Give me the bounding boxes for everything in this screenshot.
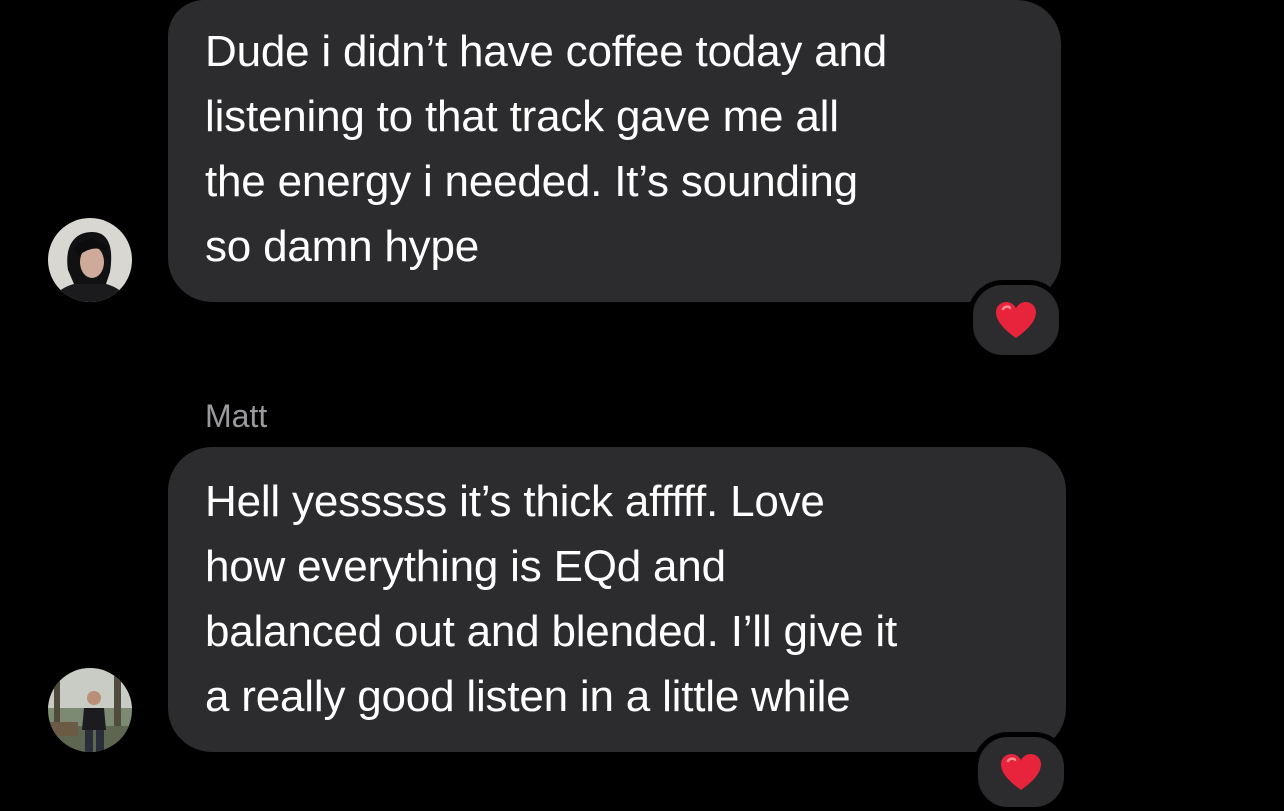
heart-reaction[interactable] [968,280,1064,360]
avatar[interactable] [48,668,132,752]
avatar-icon [48,668,132,752]
message-text-line: Hell yesssss it’s thick afffff. Love [205,477,825,526]
message-text-line: listening to that track gave me all [205,92,839,141]
message-bubble[interactable]: Dude i didn’t have coffee today and list… [168,0,1061,302]
sender-name: Matt [205,398,268,434]
heart-reaction[interactable] [973,732,1069,811]
message-text-line: how everything is EQd and [205,542,726,591]
avatar-icon [48,218,132,302]
heart-icon [1001,754,1041,790]
message-text-line: so damn hype [205,222,479,271]
message-bubble[interactable]: Hell yesssss it’s thick afffff. Love how… [168,447,1066,752]
heart-icon [996,302,1036,338]
message-text-line: the energy i needed. It’s sounding [205,157,858,206]
message-text-line: balanced out and blended. I’ll give it [205,607,898,656]
message-text-line: Dude i didn’t have coffee today and [205,27,888,76]
message-thread: Dude i didn’t have coffee today and list… [0,0,1284,811]
message-text-line: a really good listen in a little while [205,672,851,721]
avatar[interactable] [48,218,132,302]
